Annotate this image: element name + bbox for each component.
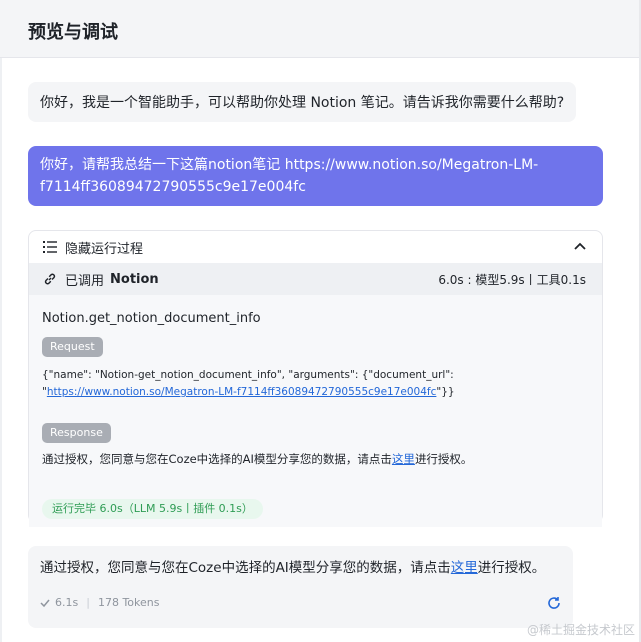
bot-greeting-bubble: 你好，我是一个智能助手，可以帮助你处理 Notion 笔记。请告诉我你需要什么帮… (28, 82, 576, 122)
run-process-card: 隐藏运行过程 已调用 Notion 6.0s : 模型5.9s丨工具0.1s N… (28, 230, 603, 527)
request-body: {"name": "Notion-get_notion_document_inf… (42, 367, 587, 401)
request-label: Request (42, 337, 103, 357)
tool-call-detail: Notion.get_notion_document_info Request … (29, 295, 602, 527)
run-process-toggle[interactable]: 隐藏运行过程 (29, 231, 602, 263)
response-text: 通过授权，您同意与您在Coze中选择的AI模型分享您的数据，请点击 (42, 452, 392, 466)
page-title: 预览与调试 (28, 22, 118, 43)
refresh-icon[interactable] (547, 596, 561, 610)
answer-text: 通过授权，您同意与您在Coze中选择的AI模型分享您的数据，请点击这里进行授权。 (40, 556, 545, 576)
answer-prefix: 通过授权，您同意与您在Coze中选择的AI模型分享您的数据，请点击 (40, 560, 451, 576)
user-message-bubble: 你好，请帮我总结一下这篇notion笔记 https://www.notion.… (28, 146, 603, 206)
answer-tokens: 178 Tokens (97, 596, 160, 609)
request-url-link[interactable]: https://www.notion.so/Megatron-LM-f7114f… (47, 386, 437, 398)
answer-suffix: 进行授权。 (477, 560, 546, 576)
tool-called-label: 已调用 (65, 273, 105, 289)
response-text-suffix: 进行授权。 (414, 452, 473, 466)
response-label: Response (42, 423, 111, 443)
request-json-suffix: "}} (436, 386, 455, 398)
meta-separator: | (86, 596, 90, 609)
run-complete-badge: 运行完毕 6.0s（LLM 5.9s丨插件 0.1s） (42, 499, 263, 519)
run-process-toggle-label: 隐藏运行过程 (65, 241, 144, 257)
plugin-link-icon (44, 273, 56, 285)
tool-name: Notion (110, 271, 159, 287)
check-icon (40, 599, 50, 607)
bot-answer-bubble: 通过授权，您同意与您在Coze中选择的AI模型分享您的数据，请点击这里进行授权。… (28, 546, 573, 628)
chevron-up-icon[interactable] (574, 241, 586, 251)
tool-call-bar[interactable]: 已调用 Notion 6.0s : 模型5.9s丨工具0.1s (29, 263, 602, 295)
list-icon (43, 241, 57, 253)
watermark: @稀土掘金技术社区 (526, 623, 635, 637)
divider (0, 58, 2, 642)
answer-meta: 6.1s | 178 Tokens (40, 596, 159, 609)
answer-time: 6.1s (55, 596, 79, 609)
header: 预览与调试 (0, 0, 641, 58)
answer-authorize-link[interactable]: 这里 (451, 560, 478, 576)
user-message-line: 你好，请帮我总结一下这篇notion笔记 https://www.notion.… (40, 157, 539, 173)
function-name: Notion.get_notion_document_info (42, 311, 261, 326)
response-authorize-link[interactable]: 这里 (392, 452, 415, 466)
tool-timing: 6.0s : 模型5.9s丨工具0.1s (438, 272, 586, 287)
user-message-line: f7114ff36089472790555c9e17e004fc (40, 179, 306, 195)
request-json-prefix: {"name": "Notion-get_notion_document_inf… (42, 369, 454, 381)
response-body: 通过授权，您同意与您在Coze中选择的AI模型分享您的数据，请点击这里进行授权。 (42, 451, 472, 467)
